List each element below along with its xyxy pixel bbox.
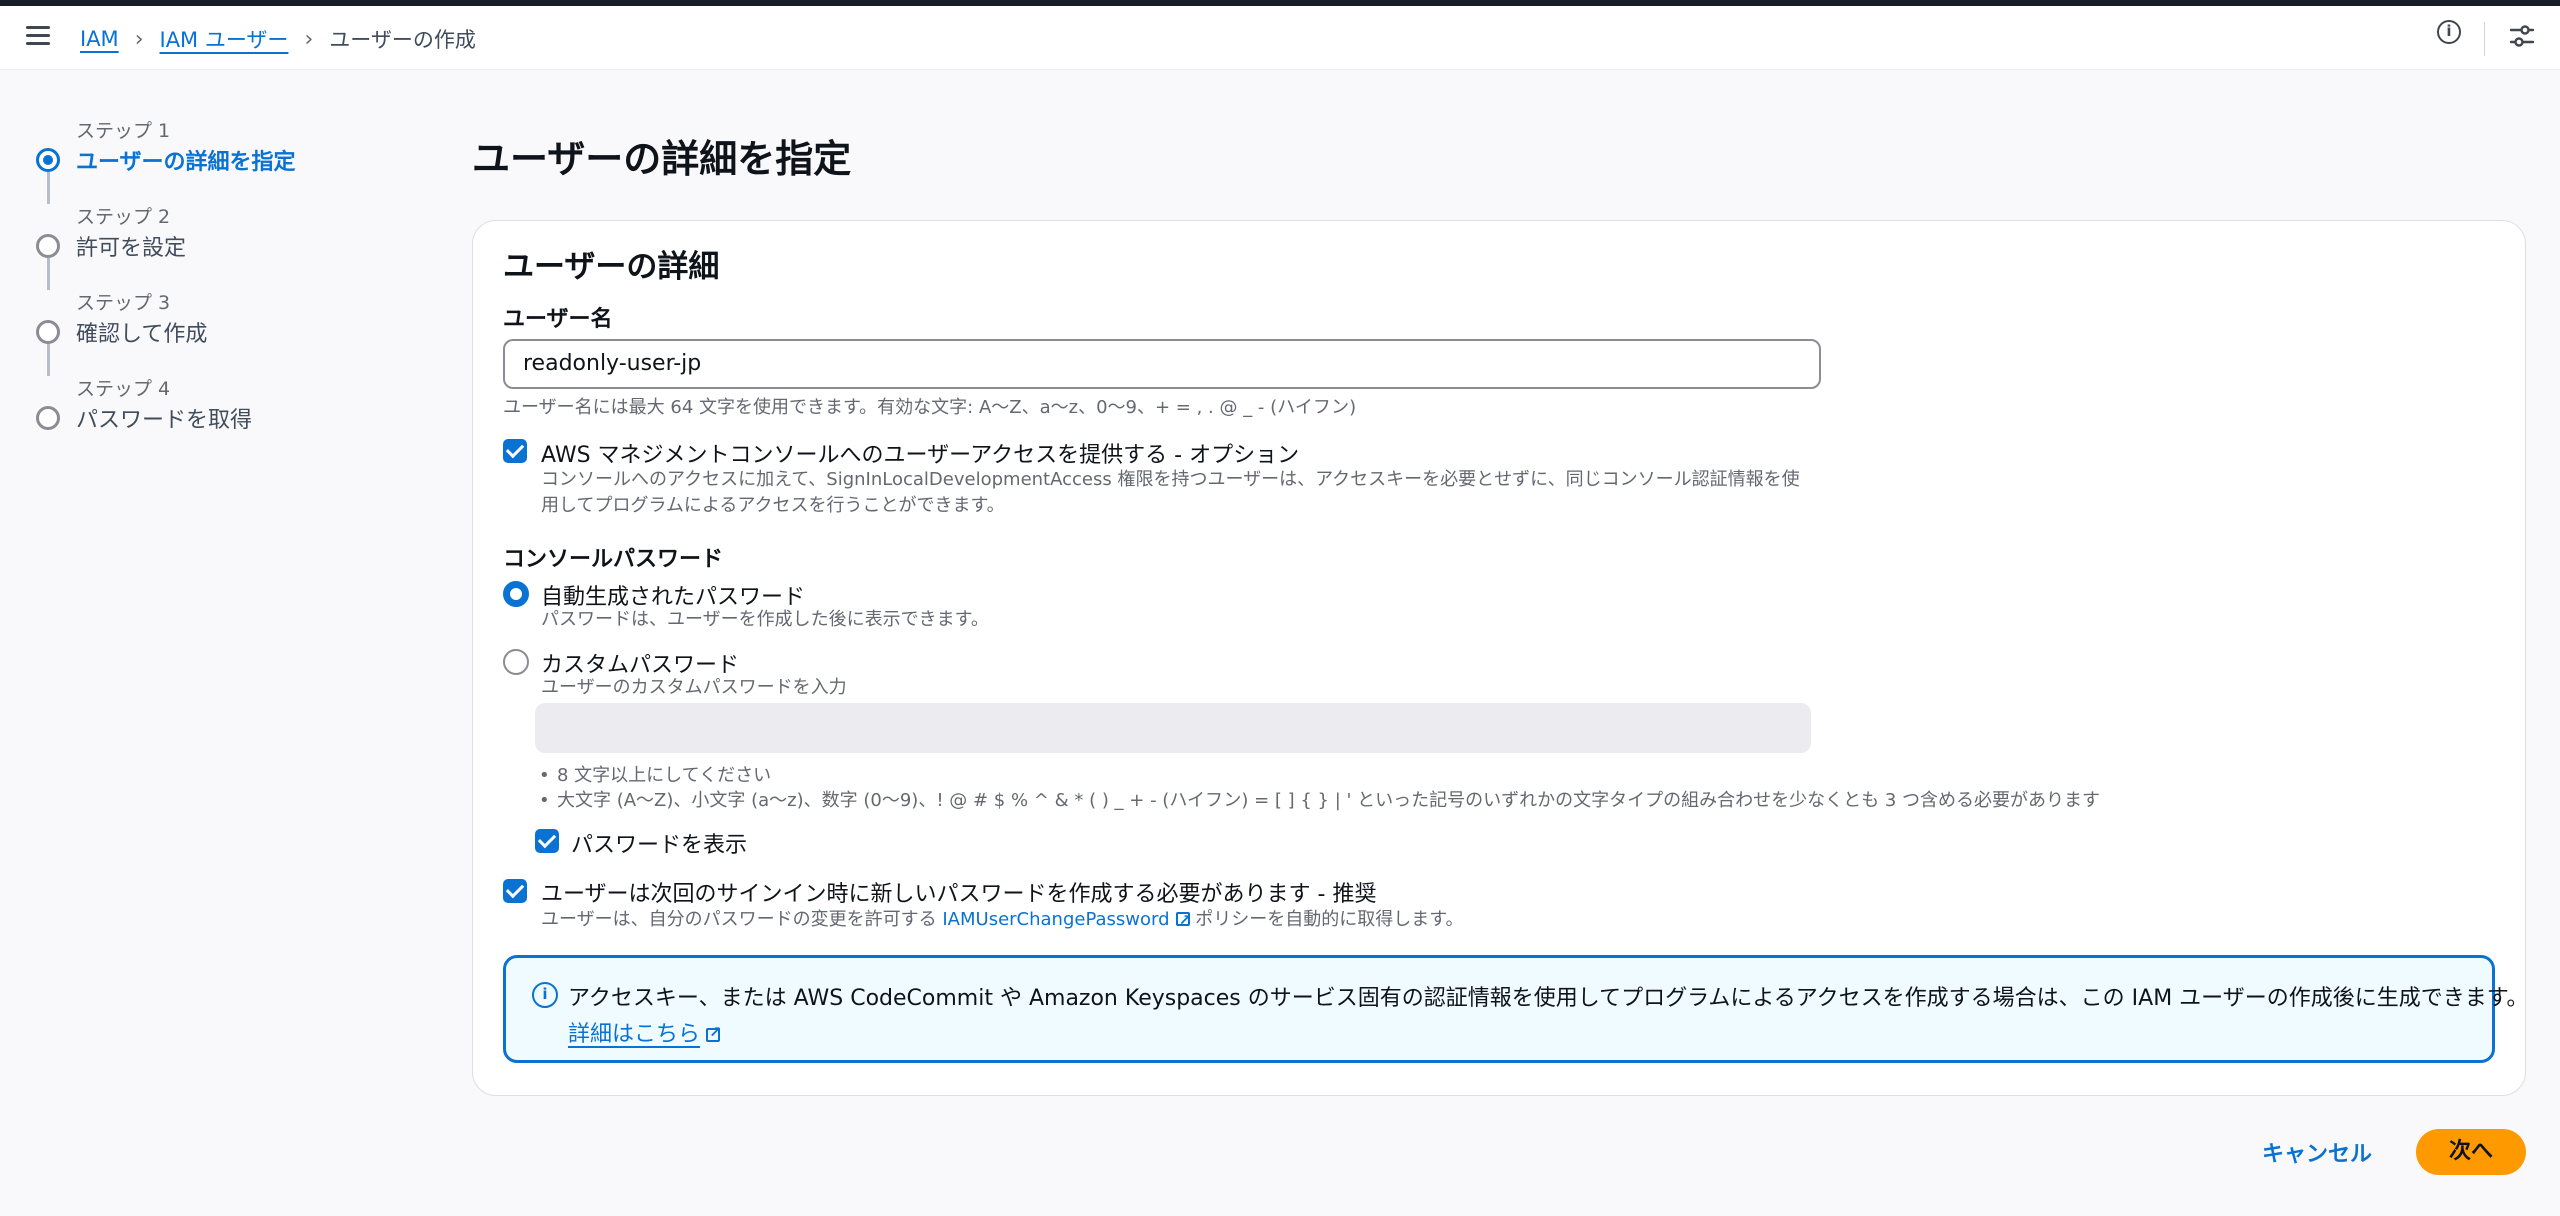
password-rules: 8 文字以上にしてください 大文字 (A〜Z)、小文字 (a〜z)、数字 (0〜… <box>539 763 2100 813</box>
console-access-checkbox[interactable] <box>503 439 527 463</box>
step-title: ユーザーの詳細を指定 <box>76 150 296 175</box>
console-access-desc-line: コンソールへのアクセスに加えて、SignInLocalDevelopmentAc… <box>541 469 1800 490</box>
external-link-icon <box>1175 907 1191 933</box>
breadcrumb-current: ユーザーの作成 <box>329 28 476 52</box>
step-number: ステップ 1 <box>76 120 171 142</box>
next-button[interactable]: 次へ <box>2416 1129 2526 1175</box>
console-access-label: AWS マネジメントコンソールへのユーザーアクセスを提供する - オプション <box>541 443 1300 468</box>
step-title: 確認して作成 <box>76 322 208 347</box>
username-hint: ユーザー名には最大 64 文字を使用できます。有効な文字: A〜Z、a〜z、0〜… <box>503 397 1357 418</box>
step-title: パスワードを取得 <box>76 408 253 433</box>
alert-text: アクセスキー、または AWS CodeCommit や Amazon Keysp… <box>568 986 2529 1011</box>
console-access-desc: コンソールへのアクセスに加えて、SignInLocalDevelopmentAc… <box>541 467 1800 519</box>
step-title: 許可を設定 <box>76 236 187 261</box>
password-reset-desc-prefix: ユーザーは、自分のパスワードの変更を許可する <box>541 909 937 930</box>
step-connector <box>47 344 50 376</box>
toolbar-divider <box>2484 22 2485 56</box>
show-password-checkbox[interactable] <box>535 829 559 853</box>
step-connector <box>47 172 50 204</box>
step-number: ステップ 4 <box>76 378 171 400</box>
step-active-icon <box>36 148 60 172</box>
learn-more-label: 詳細はこちら <box>568 1022 701 1047</box>
step-pending-icon <box>36 320 60 344</box>
username-input[interactable]: readonly-user-jp <box>503 339 1821 389</box>
auto-password-desc: パスワードは、ユーザーを作成した後に表示できます。 <box>541 609 989 630</box>
custom-password-input[interactable] <box>535 703 1811 753</box>
info-icon[interactable]: i <box>2437 20 2461 44</box>
page-title: ユーザーの詳細を指定 <box>472 137 852 181</box>
step-pending-icon <box>36 234 60 258</box>
breadcrumb-iam-users[interactable]: IAM ユーザー <box>160 24 289 54</box>
password-reset-desc: ユーザーは、自分のパスワードの変更を許可する IAMUserChangePass… <box>541 907 1463 933</box>
step-connector <box>47 258 50 290</box>
step-number: ステップ 3 <box>76 292 171 314</box>
external-link-icon <box>706 1023 722 1042</box>
auto-password-radio[interactable] <box>503 581 529 607</box>
password-reset-desc-suffix: ポリシーを自動的に取得します。 <box>1195 909 1464 930</box>
breadcrumb: IAM › IAM ユーザー › ユーザーの作成 <box>80 24 476 54</box>
iam-user-change-password-link[interactable]: IAMUserChangePassword <box>942 909 1169 930</box>
learn-more-link[interactable]: 詳細はこちら <box>568 1016 722 1048</box>
password-reset-label: ユーザーは次回のサインイン時に新しいパスワードを作成する必要があります - 推奨 <box>541 882 1377 907</box>
console-access-desc-line: 用してプログラムによるアクセスを行うことができます。 <box>541 495 1005 516</box>
step-pending-icon <box>36 406 60 430</box>
username-label: ユーザー名 <box>503 307 613 332</box>
info-icon: i <box>532 982 558 1008</box>
console-password-label: コンソールパスワード <box>503 547 724 572</box>
section-title: ユーザーの詳細 <box>503 249 720 285</box>
settings-icon[interactable] <box>2508 22 2536 50</box>
chevron-right-icon: › <box>304 26 314 52</box>
chevron-right-icon: › <box>134 26 144 52</box>
top-navigation-bar: IAM › IAM ユーザー › ユーザーの作成 i <box>0 6 2560 70</box>
info-alert: i アクセスキー、または AWS CodeCommit や Amazon Key… <box>503 955 2529 1063</box>
custom-password-desc: ユーザーのカスタムパスワードを入力 <box>541 677 847 698</box>
custom-password-radio[interactable] <box>503 649 529 675</box>
password-rule: 8 文字以上にしてください <box>539 763 2100 788</box>
password-reset-checkbox[interactable] <box>503 879 527 903</box>
breadcrumb-iam[interactable]: IAM <box>80 27 119 51</box>
hamburger-menu-icon[interactable] <box>26 26 50 48</box>
user-details-container: ユーザーの詳細 ユーザー名 readonly-user-jp ユーザー名には最大… <box>472 220 2529 1096</box>
cancel-button[interactable]: キャンセル <box>2262 1136 2372 1168</box>
password-rule: 大文字 (A〜Z)、小文字 (a〜z)、数字 (0〜9)、! @ # $ % ^… <box>539 788 2100 813</box>
show-password-label: パスワードを表示 <box>571 833 748 858</box>
step-number: ステップ 2 <box>76 206 171 228</box>
